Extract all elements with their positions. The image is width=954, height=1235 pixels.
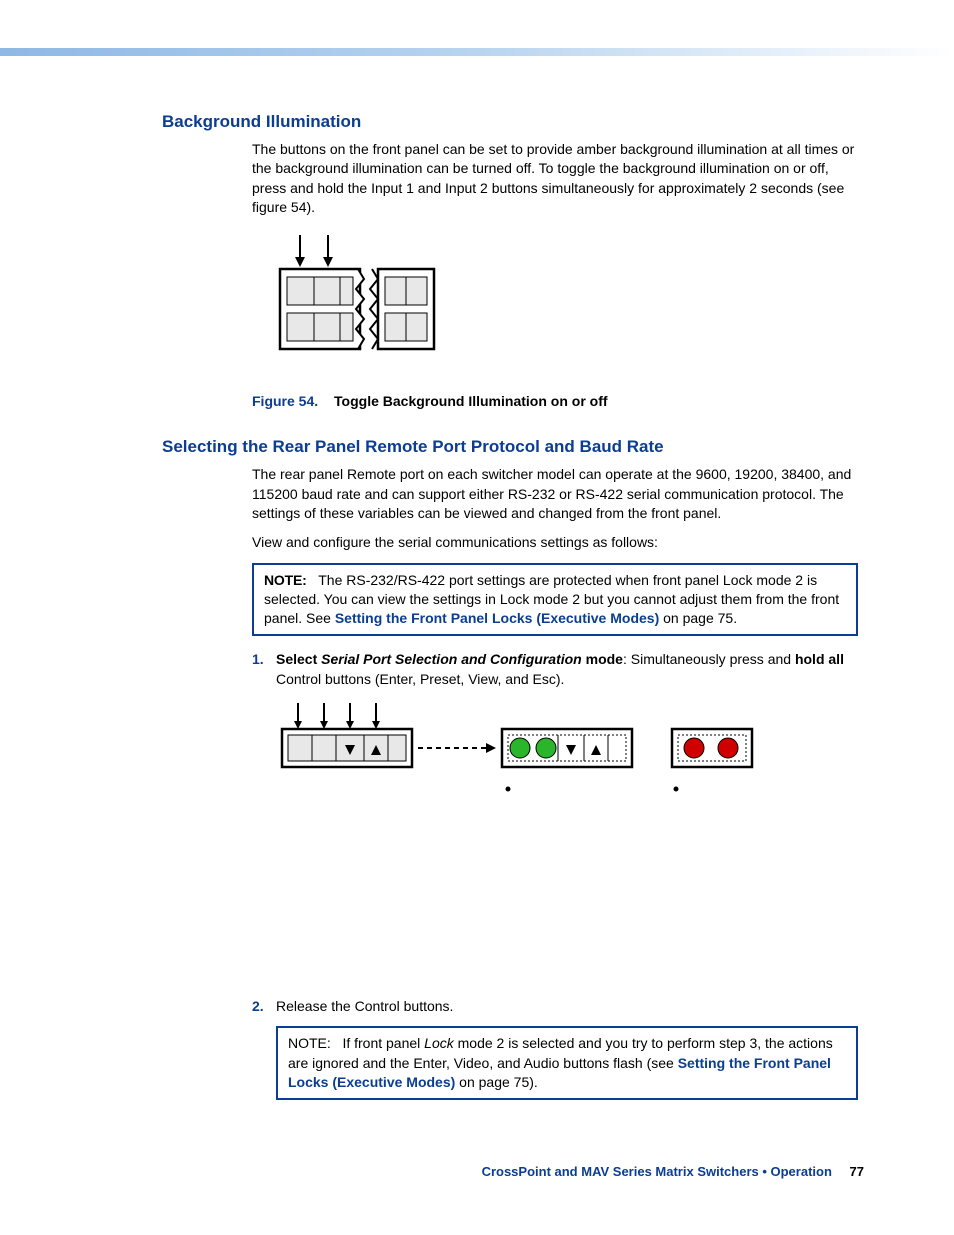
para-bg-illumination: The buttons on the front panel can be se…	[252, 140, 858, 217]
step1-italic: Serial Port Selection and Configuration	[321, 651, 582, 667]
step1-rest2: Control buttons (Enter, Preset, View, an…	[276, 671, 564, 687]
figure-54-caption: Figure 54. Toggle Background Illuminatio…	[252, 393, 864, 409]
step-2-number: 2.	[252, 997, 276, 1016]
step-1: 1. Select Serial Port Selection and Conf…	[252, 650, 858, 689]
figure-54-graphic	[278, 235, 864, 365]
heading-rear-panel-protocol: Selecting the Rear Panel Remote Port Pro…	[162, 437, 864, 457]
note-label: NOTE:	[264, 572, 307, 588]
para-rear-panel-1: The rear panel Remote port on each switc…	[252, 465, 858, 523]
footer-title: CrossPoint and MAV Series Matrix Switche…	[482, 1164, 832, 1179]
figure-caption-text: Toggle Background Illumination on or off	[334, 393, 608, 409]
page-footer: CrossPoint and MAV Series Matrix Switche…	[482, 1164, 864, 1179]
note2-italic: Lock	[424, 1035, 454, 1051]
step1-bold2: mode	[582, 651, 623, 667]
heading-background-illumination: Background Illumination	[162, 112, 864, 132]
step-2: 2. Release the Control buttons.	[252, 997, 858, 1016]
step-2-text: Release the Control buttons.	[276, 997, 858, 1016]
note2-label: NOTE:	[288, 1035, 331, 1051]
note-box-1: NOTE: The RS-232/RS-422 port settings ar…	[252, 563, 858, 637]
note2-post: on page 75).	[455, 1074, 538, 1090]
step1-bold1: Select	[276, 651, 321, 667]
note2-pre: If front panel	[342, 1035, 424, 1051]
step1-bold3: hold all	[795, 651, 844, 667]
figure-number: Figure 54.	[252, 393, 318, 409]
note1-text-post: on page 75.	[659, 610, 737, 626]
step-1-graphic	[278, 703, 864, 797]
note-box-2: NOTE: If front panel Lock mode 2 is sele…	[276, 1026, 858, 1100]
step1-rest: : Simultaneously press and	[623, 651, 795, 667]
link-front-panel-locks-1[interactable]: Setting the Front Panel Locks (Executive…	[335, 610, 659, 626]
step-1-number: 1.	[252, 650, 276, 689]
footer-page-number: 77	[850, 1164, 864, 1179]
page-header-bar	[0, 48, 954, 56]
para-rear-panel-2: View and configure the serial communicat…	[252, 533, 858, 552]
step-1-text: Select Serial Port Selection and Configu…	[276, 650, 858, 689]
